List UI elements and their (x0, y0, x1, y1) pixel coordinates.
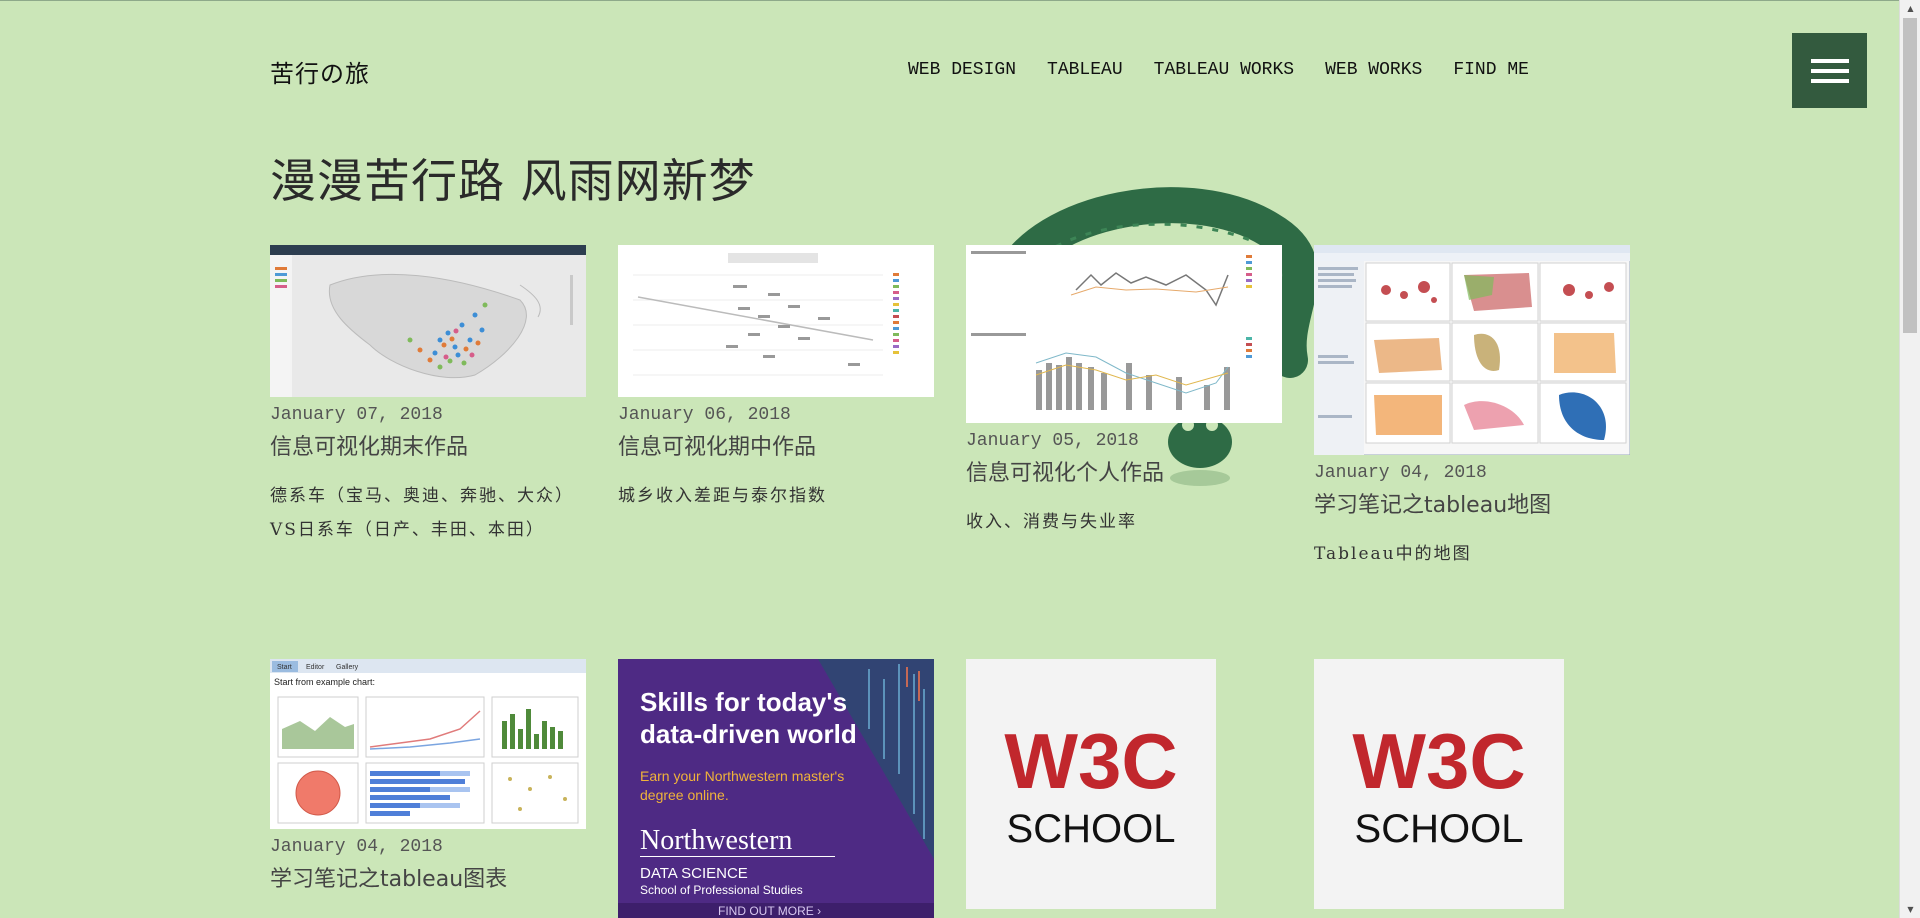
ad-headline-line2: data-driven world (640, 719, 857, 749)
vertical-scrollbar[interactable]: ▲ ▼ (1899, 0, 1920, 918)
post-card: January 06, 2018 信息可视化期中作品 城乡收入差距与泰尔指数 (618, 245, 934, 513)
ad-subline-line1: Earn your Northwestern master's (640, 768, 844, 784)
w3c-logo-text: W3C (1352, 717, 1526, 805)
post-card: January 04, 2018 学习笔记之tableau地图 Tableau中… (1314, 245, 1630, 571)
post-description: 收入、消费与失业率 (966, 512, 1137, 532)
menu-bar (1810, 68, 1849, 73)
post-card: Start Editor Gallery Start from example … (270, 659, 586, 893)
nav-item-tableau[interactable]: TABLEAU (1047, 60, 1123, 80)
post-thumbnail-tableau-maps[interactable] (1314, 245, 1630, 455)
main-nav: WEB DESIGN TABLEAU TABLEAU WORKS WEB WOR… (908, 60, 1560, 80)
menu-bar (1810, 78, 1849, 83)
post-description: Tableau中的地图 (1314, 544, 1472, 564)
post-thumbnail-map[interactable] (270, 245, 586, 397)
post-title[interactable]: 信息可视化个人作品 (966, 455, 1282, 487)
nav-item-tableau-works[interactable]: TABLEAU WORKS (1154, 60, 1294, 80)
nav-item-find-me[interactable]: FIND ME (1453, 60, 1529, 80)
scroll-down-arrow-icon[interactable]: ▼ (1900, 901, 1920, 918)
post-title[interactable]: 信息可视化期末作品 (270, 429, 586, 461)
chart-tab-gallery: Gallery (336, 664, 359, 671)
post-title[interactable]: 学习笔记之tableau图表 (270, 861, 586, 893)
chart-example-header: Start from example chart: (274, 677, 375, 687)
ad-cta: FIND OUT MORE › (718, 904, 821, 918)
post-thumbnail-line-bar[interactable] (966, 245, 1282, 423)
scrollbar-thumb[interactable] (1903, 18, 1917, 333)
scroll-up-arrow-icon[interactable]: ▲ (1900, 0, 1920, 17)
post-title[interactable]: 学习笔记之tableau地图 (1314, 487, 1630, 519)
top-divider (0, 0, 1920, 1)
nav-item-web-works[interactable]: WEB WORKS (1325, 60, 1422, 80)
nav-item-web-design[interactable]: WEB DESIGN (908, 60, 1016, 80)
post-card: January 05, 2018 信息可视化个人作品 收入、消费与失业率 (966, 245, 1282, 539)
w3c-school-text: SCHOOL (1006, 807, 1176, 851)
w3c-school-ad-1[interactable]: W3C SCHOOL (966, 659, 1216, 909)
post-date: January 04, 2018 (1314, 463, 1487, 483)
menu-bar (1810, 58, 1849, 63)
post-thumbnail-chart-gallery[interactable]: Start Editor Gallery Start from example … (270, 659, 586, 829)
northwestern-ad[interactable]: Skills for today's data-driven world Ear… (618, 659, 934, 918)
post-thumbnail-scatter[interactable] (618, 245, 934, 397)
post-date: January 04, 2018 (270, 837, 443, 857)
post-date: January 05, 2018 (966, 431, 1139, 451)
post-date: January 07, 2018 (270, 405, 443, 425)
ad-subline-line2: degree online. (640, 787, 729, 803)
post-card: January 07, 2018 信息可视化期末作品 德系车（宝马、奥迪、奔驰、… (270, 245, 586, 547)
chart-tab-start: Start (277, 664, 292, 671)
w3c-school-text: SCHOOL (1354, 807, 1524, 851)
post-title[interactable]: 信息可视化期中作品 (618, 429, 934, 461)
chart-tab-editor: Editor (306, 664, 325, 671)
ad-brand: Northwestern (640, 825, 792, 856)
page-title: 漫漫苦行路 风雨网新梦 (270, 154, 756, 208)
site-brand[interactable]: 苦行の旅 (270, 54, 370, 89)
post-description: 城乡收入差距与泰尔指数 (618, 486, 827, 506)
page: 苦行の旅 WEB DESIGN TABLEAU TABLEAU WORKS WE… (0, 0, 1920, 918)
post-date: January 06, 2018 (618, 405, 791, 425)
w3c-school-ad-2[interactable]: W3C SCHOOL (1314, 659, 1564, 909)
ad-program: DATA SCIENCE (640, 865, 748, 882)
post-description: 德系车（宝马、奥迪、奔驰、大众）VS日系车（日产、丰田、本田） (270, 486, 566, 540)
ad-school: School of Professional Studies (640, 883, 803, 897)
hamburger-menu-icon[interactable] (1792, 33, 1867, 108)
ad-headline-line1: Skills for today's (640, 687, 847, 717)
w3c-logo-text: W3C (1004, 717, 1178, 805)
